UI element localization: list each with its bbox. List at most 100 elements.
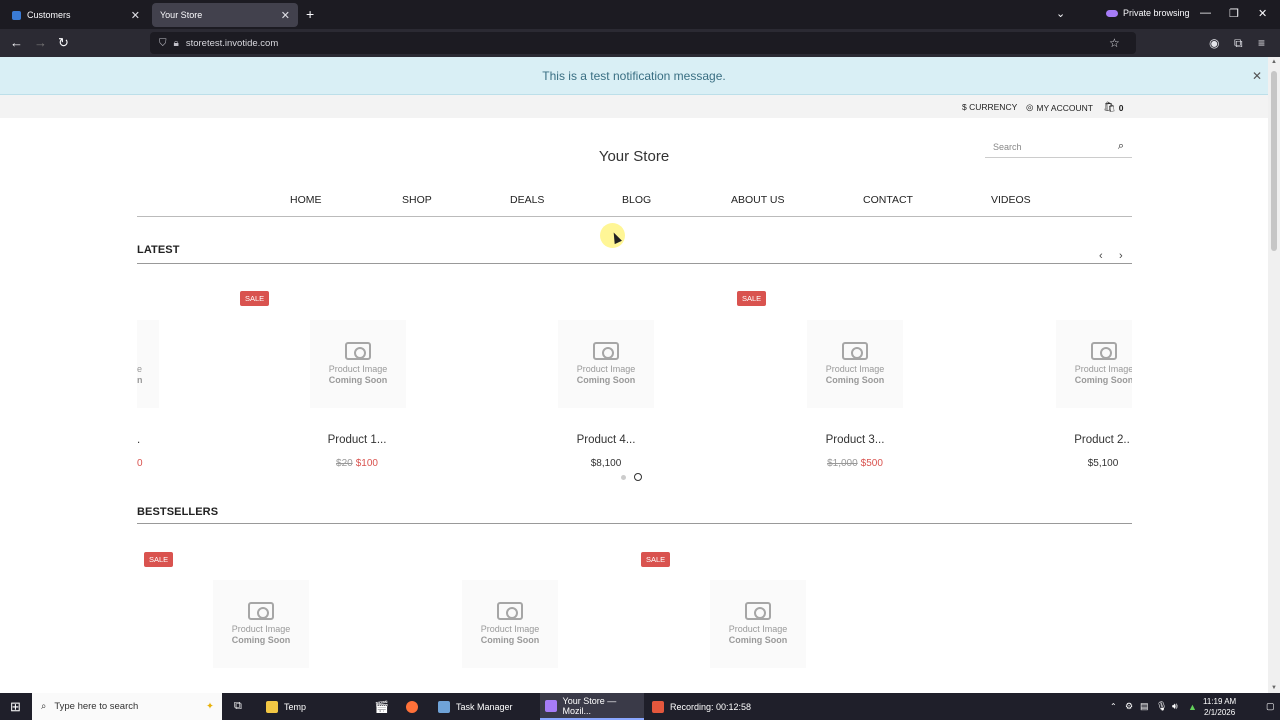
list-tabs-chevron-icon[interactable]: ⌄: [1056, 7, 1065, 20]
task-view-icon[interactable]: ⧉: [234, 693, 242, 720]
taskbar-label: Your Store — Mozil...: [562, 695, 617, 716]
browser-nav-bar: ← → ↻ ⛉ 🔒︎ storetest.invotide.com ☆ ◉ ⧉ …: [0, 29, 1280, 57]
old-price: $1,000: [827, 458, 858, 469]
image-placeholder-line1: Product Image: [728, 624, 788, 634]
product-price: $1,000 $500: [795, 458, 915, 469]
latest-section-title: LATEST: [137, 244, 180, 256]
close-tab-icon[interactable]: ✕: [131, 9, 140, 22]
account-icon[interactable]: ◉: [1209, 36, 1219, 50]
security-icon[interactable]: ▲: [1188, 693, 1197, 720]
product-price: $20 $100: [297, 458, 417, 469]
image-placeholder-line1: Product Image: [480, 624, 540, 634]
scroll-down-icon[interactable]: ▼: [1271, 685, 1277, 691]
image-placeholder-line2: Coming Soon: [825, 375, 885, 385]
menu-item-home[interactable]: HOME: [290, 194, 322, 206]
taskbar-search-input[interactable]: ⌕ Type here to search ✦: [32, 693, 222, 720]
carousel-prev-icon[interactable]: ‹: [1099, 250, 1103, 262]
product-name[interactable]: Product 2..: [1042, 434, 1162, 446]
extensions-icon[interactable]: ⧉: [1234, 36, 1243, 51]
show-hidden-icons-chevron-icon[interactable]: ⌃: [1110, 693, 1117, 720]
product-price: 0: [137, 458, 147, 469]
customers-favicon-icon: [12, 10, 21, 20]
store-logo-title[interactable]: Your Store: [534, 148, 734, 165]
menu-item-contact[interactable]: CONTACT: [863, 194, 913, 206]
camera-icon: [1091, 342, 1117, 360]
product-image-placeholder[interactable]: Product Image Coming Soon: [558, 320, 654, 408]
private-browsing-icon: [545, 699, 557, 712]
menu-item-deals[interactable]: DEALS: [510, 194, 544, 206]
currency-label: $ CURRENCY: [962, 102, 1018, 112]
image-placeholder-line1: Product Image: [576, 364, 636, 374]
lock-icon[interactable]: 🔒︎: [174, 38, 179, 49]
restore-icon[interactable]: ❐: [1229, 7, 1239, 20]
url-bar[interactable]: ⛉ 🔒︎ storetest.invotide.com: [150, 32, 1136, 54]
microphone-icon[interactable]: 🎙︎: [1156, 693, 1167, 720]
menu-item-about-us[interactable]: ABOUT US: [731, 194, 784, 206]
product-name[interactable]: Product 3...: [795, 434, 915, 446]
tab-title: Customers: [27, 10, 71, 20]
latest-divider: [137, 263, 1132, 264]
image-placeholder-line1: e: [137, 364, 143, 374]
back-icon[interactable]: ←: [10, 35, 23, 50]
volume-icon[interactable]: 🔊︎: [1172, 693, 1178, 720]
firefox-icon[interactable]: [406, 693, 418, 720]
product-image-placeholder[interactable]: Product Image Coming Soon: [710, 580, 806, 668]
forward-icon[interactable]: →: [34, 35, 47, 50]
sale-badge: SALE: [240, 291, 270, 306]
taskbar-item-task-manager[interactable]: Task Manager: [434, 693, 534, 720]
product-image-placeholder[interactable]: Product Image Coming Soon: [1056, 320, 1132, 408]
shield-icon[interactable]: ⛉: [159, 38, 167, 49]
close-window-icon[interactable]: ✕: [1258, 7, 1267, 20]
tab-customers[interactable]: Customers ✕: [4, 3, 148, 27]
search-input[interactable]: Search ⌕: [985, 137, 1132, 158]
product-image-placeholder[interactable]: Product Image Coming Soon: [213, 580, 309, 668]
carousel-dot-active[interactable]: [634, 473, 642, 481]
network-icon[interactable]: ▤: [1140, 693, 1149, 720]
image-placeholder-line2: Coming Soon: [328, 375, 388, 385]
carousel-next-icon[interactable]: ›: [1119, 250, 1123, 262]
notifications-icon[interactable]: ▢: [1266, 693, 1275, 720]
minimize-icon[interactable]: —: [1200, 7, 1211, 19]
reload-icon[interactable]: ↻: [58, 35, 69, 51]
product-image-placeholder[interactable]: Product Image Coming Soon: [310, 320, 406, 408]
taskbar-item-recording[interactable]: Recording: 00:12:58: [648, 693, 752, 720]
new-tab-icon[interactable]: +: [306, 6, 314, 22]
product-image-placeholder[interactable]: Product Image Coming Soon: [807, 320, 903, 408]
tab-your-store[interactable]: Your Store ✕: [152, 3, 298, 27]
scrollbar-thumb[interactable]: [1271, 71, 1277, 251]
menu-hamburger-icon[interactable]: ≡: [1258, 36, 1265, 50]
url-text[interactable]: storetest.invotide.com: [186, 38, 278, 49]
clapperboard-icon[interactable]: 🎬︎: [374, 693, 389, 720]
menu-item-videos[interactable]: VIDEOS: [991, 194, 1031, 206]
bookmark-star-icon[interactable]: ☆: [1109, 36, 1120, 50]
product-image-placeholder[interactable]: Product Image Coming Soon: [462, 580, 558, 668]
my-account-button[interactable]: ◎ MY ACCOUNT: [1026, 102, 1093, 113]
scroll-up-icon[interactable]: ▲: [1271, 59, 1277, 65]
product-image-placeholder[interactable]: e n: [137, 320, 159, 408]
cart-count: 0: [1118, 102, 1124, 113]
windows-start-icon[interactable]: ⊞: [10, 693, 21, 720]
page-scrollbar[interactable]: ▲ ▼: [1268, 57, 1280, 693]
close-tab-icon[interactable]: ✕: [281, 9, 290, 22]
taskbar-item-your-store[interactable]: Your Store — Mozil...: [540, 693, 644, 720]
taskbar-item-temp[interactable]: Temp: [262, 693, 362, 720]
cart-button[interactable]: 🛍︎ 0: [1103, 102, 1123, 113]
product-name[interactable]: .: [137, 434, 147, 446]
close-notification-icon[interactable]: ✕: [1252, 69, 1262, 83]
mouse-cursor-highlight: [600, 223, 625, 248]
product-name[interactable]: Product 1...: [297, 434, 417, 446]
product-name[interactable]: Product 4...: [546, 434, 666, 446]
carousel-dot[interactable]: [621, 474, 626, 480]
product-price: $8,100: [590, 458, 622, 469]
image-placeholder-line1: Product Image: [328, 364, 388, 374]
image-placeholder-line1: Product Image: [1074, 364, 1132, 374]
system-tray-icon[interactable]: ⚙: [1125, 693, 1133, 720]
search-icon[interactable]: ⌕: [1118, 140, 1124, 153]
taskbar-clock[interactable]: 11:19 AM 2/1/2026: [1203, 696, 1236, 718]
search-highlight-icon: ✦: [206, 701, 214, 712]
currency-button[interactable]: $ CURRENCY: [962, 102, 1017, 112]
menu-item-blog[interactable]: BLOG: [622, 194, 651, 206]
search-icon: ⌕: [41, 701, 47, 712]
menu-item-shop[interactable]: SHOP: [402, 194, 432, 206]
notification-banner: This is a test notification message. ✕: [0, 57, 1268, 95]
